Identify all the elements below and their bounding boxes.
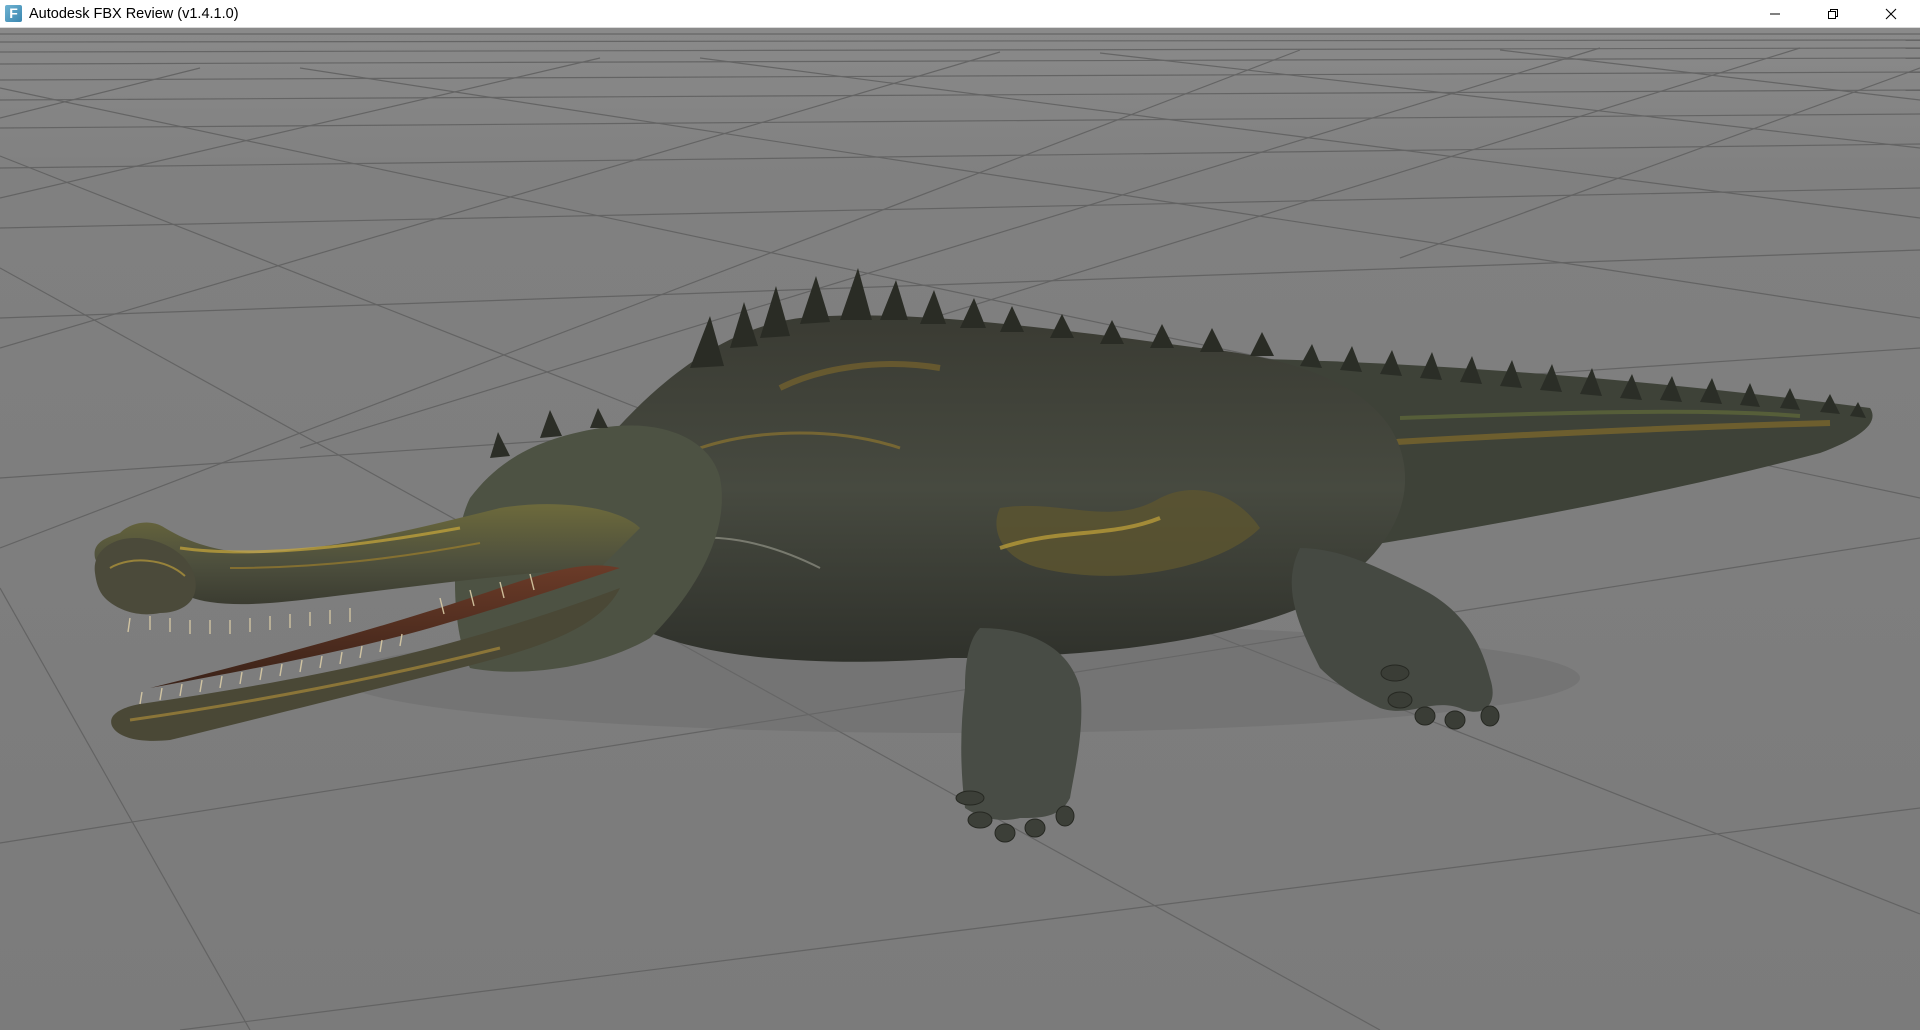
fbx-app-icon: F bbox=[5, 5, 22, 22]
3d-viewport[interactable] bbox=[0, 28, 1920, 1030]
minimize-button[interactable] bbox=[1746, 0, 1804, 28]
restore-icon bbox=[1828, 9, 1838, 19]
scene-canvas bbox=[0, 28, 1920, 1030]
title-bar[interactable]: F Autodesk FBX Review (v1.4.1.0) bbox=[0, 0, 1920, 28]
minimize-icon bbox=[1770, 13, 1780, 15]
restore-button[interactable] bbox=[1804, 0, 1862, 28]
close-button[interactable] bbox=[1862, 0, 1920, 28]
window-title: Autodesk FBX Review (v1.4.1.0) bbox=[29, 5, 239, 22]
app-window: F Autodesk FBX Review (v1.4.1.0) bbox=[0, 0, 1920, 1030]
window-controls bbox=[1746, 0, 1920, 28]
close-icon bbox=[1885, 8, 1897, 20]
